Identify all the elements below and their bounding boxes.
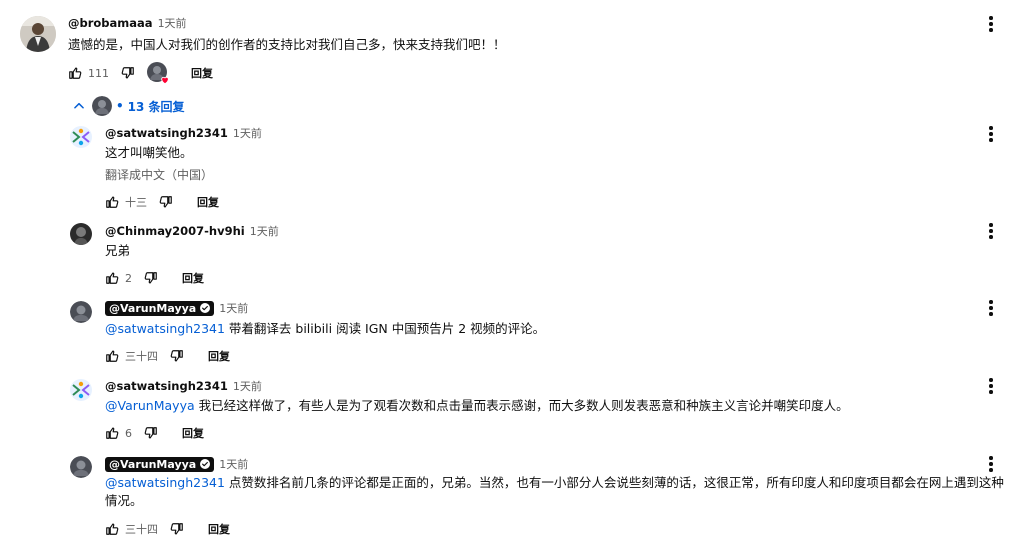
- dislike-icon[interactable]: [144, 426, 158, 440]
- dislike-icon[interactable]: [170, 349, 184, 363]
- comment-time[interactable]: 1天前: [219, 300, 248, 316]
- channel-owner-badge[interactable]: @VarunMayya: [105, 300, 215, 316]
- dislike-icon[interactable]: [170, 522, 184, 536]
- comment-time[interactable]: 1天前: [250, 223, 279, 239]
- translate-link[interactable]: 翻译成中文（中国）: [105, 166, 213, 183]
- verified-check-icon: [200, 303, 211, 313]
- more-options-icon[interactable]: [988, 16, 994, 32]
- chevron-up-icon: [72, 99, 86, 113]
- reply-count-label: 13 条回复: [127, 99, 185, 114]
- comment-text: 遗憾的是，中国人对我们的创作者的支持比对我们自己多，快来支持我们吧！！: [68, 37, 506, 52]
- comment-time[interactable]: 1天前: [233, 378, 262, 394]
- like-icon[interactable]: [105, 271, 119, 285]
- verified-check-icon: [200, 459, 211, 469]
- like-count: 2: [125, 271, 132, 285]
- comment-time[interactable]: 1天前: [233, 125, 262, 141]
- comment-author[interactable]: @satwatsingh2341: [105, 379, 228, 393]
- dislike-icon[interactable]: [159, 195, 173, 209]
- separator-dot: •: [116, 99, 124, 113]
- like-count: 6: [125, 426, 132, 440]
- comment-text: 这才叫嘲笑他。: [105, 145, 193, 160]
- comment-text: @satwatsingh2341 点赞数排名前几条的评论都是正面的，兄弟。当然，…: [105, 474, 1010, 510]
- comment-text: 兄弟: [105, 243, 131, 258]
- comment-author[interactable]: @Chinmay2007-hv9hi: [105, 224, 245, 238]
- more-options-icon[interactable]: [988, 126, 994, 142]
- reply-button[interactable]: 回复: [182, 270, 204, 286]
- comment-author: @VarunMayya: [109, 457, 197, 471]
- like-count: 111: [88, 66, 109, 80]
- more-options-icon[interactable]: [988, 456, 994, 472]
- mention-link[interactable]: @satwatsingh2341: [105, 475, 225, 490]
- comment-author[interactable]: @satwatsingh2341: [105, 126, 228, 140]
- reply-button[interactable]: 回复: [208, 348, 230, 364]
- more-options-icon[interactable]: [988, 223, 994, 239]
- replies-toggle-button[interactable]: • 13 条回复: [72, 95, 185, 117]
- comment-time[interactable]: 1天前: [158, 15, 187, 31]
- comment-text: @satwatsingh2341 带着翻译去 bilibili 阅读 IGN 中…: [105, 320, 545, 338]
- heart-icon: [161, 76, 169, 85]
- like-count: 十三: [125, 196, 147, 209]
- like-icon[interactable]: [105, 522, 119, 536]
- reply-button[interactable]: 回复: [182, 425, 204, 441]
- mention-link[interactable]: @satwatsingh2341: [105, 321, 225, 336]
- more-options-icon[interactable]: [988, 378, 994, 394]
- like-icon[interactable]: [105, 349, 119, 363]
- comment-text-body: 带着翻译去 bilibili 阅读 IGN 中国预告片 2 视频的评论。: [224, 321, 546, 336]
- reply-button[interactable]: 回复: [191, 65, 213, 81]
- avatar[interactable]: [70, 126, 92, 148]
- like-icon[interactable]: [105, 426, 119, 440]
- comment-text: @VarunMayya 我已经这样做了，有些人是为了观看次数和点击量而表示感谢，…: [105, 397, 849, 415]
- like-count: 三十四: [125, 523, 158, 536]
- comment-text-body: 我已经这样做了，有些人是为了观看次数和点击量而表示感谢，而大多数人则发表恶意和种…: [194, 398, 849, 413]
- avatar[interactable]: [70, 456, 92, 478]
- more-options-icon[interactable]: [988, 300, 994, 316]
- avatar[interactable]: [70, 301, 92, 323]
- reply-button[interactable]: 回复: [208, 521, 230, 537]
- creator-avatar: [92, 96, 112, 116]
- avatar[interactable]: [70, 223, 92, 245]
- dislike-icon[interactable]: [144, 271, 158, 285]
- comment-author[interactable]: @brobamaaa: [68, 16, 153, 30]
- creator-heart-badge: [147, 62, 169, 85]
- channel-owner-badge[interactable]: @VarunMayya: [105, 456, 215, 472]
- like-count: 三十四: [125, 350, 158, 363]
- avatar[interactable]: [20, 16, 56, 52]
- comment-text-body: 点赞数排名前几条的评论都是正面的，兄弟。当然，也有一小部分人会说些刻薄的话，这很…: [105, 475, 1004, 508]
- mention-link[interactable]: @VarunMayya: [105, 398, 195, 413]
- like-icon[interactable]: [105, 195, 119, 209]
- like-icon[interactable]: [68, 66, 82, 80]
- avatar[interactable]: [70, 379, 92, 401]
- reply-button[interactable]: 回复: [197, 194, 219, 210]
- comment-time[interactable]: 1天前: [219, 456, 248, 472]
- comment-author: @VarunMayya: [109, 301, 197, 315]
- dislike-icon[interactable]: [121, 66, 135, 80]
